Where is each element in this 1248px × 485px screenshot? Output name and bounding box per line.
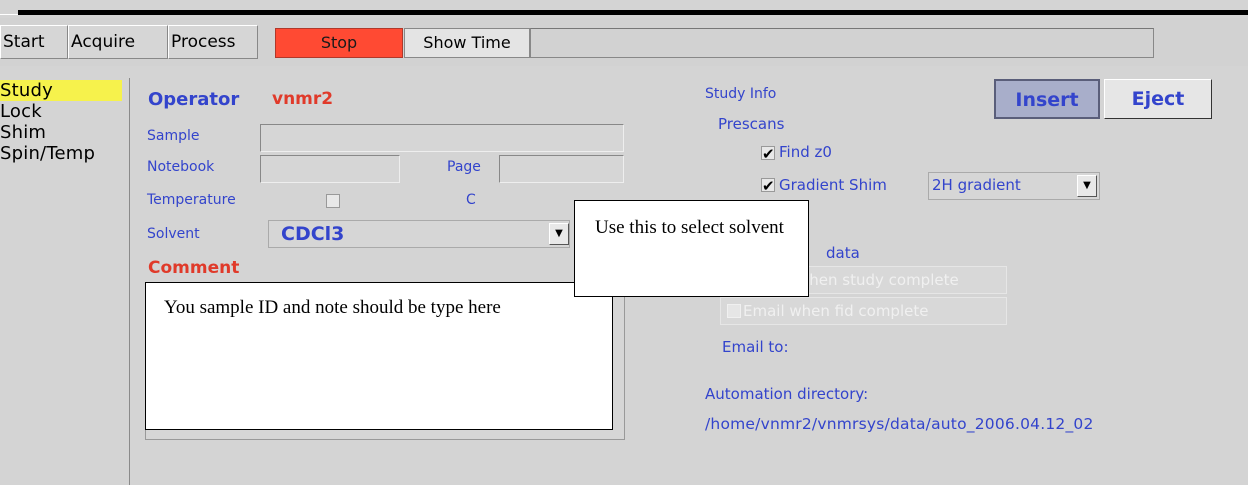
status-field [530, 28, 1154, 58]
temperature-unit: C [466, 192, 476, 208]
find-z0-checkbox[interactable]: ✔ [761, 146, 775, 162]
page-input[interactable] [499, 155, 624, 183]
prescans-label: Prescans [718, 115, 785, 133]
sample-label: Sample [147, 128, 200, 144]
sidebar-divider [129, 78, 130, 485]
solvent-callout: Use this to select solvent [574, 200, 809, 297]
window-top-left-border [0, 14, 18, 15]
operator-label: Operator [148, 89, 240, 110]
gradient-shim-label: Gradient Shim [779, 176, 887, 194]
automation-dir-label: Automation directory: [705, 385, 869, 403]
gradient-select[interactable]: 2H gradient ▼ [928, 172, 1100, 200]
eject-button[interactable]: Eject [1104, 79, 1212, 119]
automation-dir-value: /home/vnmr2/vnmrsys/data/auto_2006.04.12… [705, 415, 1094, 433]
show-time-button[interactable]: Show Time [404, 28, 530, 58]
email-fid-label: Email when fid complete [743, 302, 929, 320]
comment-label: Comment [148, 258, 240, 278]
stop-button[interactable]: Stop [275, 28, 403, 58]
sample-input[interactable] [260, 124, 624, 152]
window-top-border [18, 10, 1248, 15]
find-z0-label: Find z0 [779, 143, 832, 161]
page-label: Page [447, 159, 481, 175]
comment-callout-text: You sample ID and note should be type he… [164, 297, 501, 318]
gradient-value: 2H gradient [932, 176, 1021, 194]
email-study-label: when study complete [797, 271, 959, 289]
notebook-label: Notebook [147, 159, 215, 175]
email-fid-checkbox[interactable] [727, 304, 741, 318]
solvent-callout-text: Use this to select solvent [595, 217, 784, 238]
temperature-checkbox[interactable] [326, 194, 340, 208]
data-label: data [826, 244, 860, 262]
notebook-input[interactable] [260, 155, 400, 183]
tab-acquire[interactable]: Acquire [68, 25, 168, 59]
operator-value: vnmr2 [272, 89, 334, 109]
tab-start[interactable]: Start [0, 25, 68, 59]
comment-callout: You sample ID and note should be type he… [145, 282, 613, 430]
sidebar-item-study[interactable]: Study [0, 80, 122, 101]
chevron-down-icon[interactable]: ▼ [1077, 175, 1097, 197]
chevron-down-icon[interactable]: ▼ [549, 223, 569, 245]
email-to-label: Email to: [722, 338, 789, 356]
sidebar-item-spin-temp[interactable]: Spin/Temp [0, 143, 95, 164]
gradient-shim-checkbox[interactable]: ✔ [761, 178, 775, 194]
insert-button[interactable]: Insert [994, 79, 1100, 119]
solvent-select[interactable]: CDCl3 ▼ [268, 220, 570, 248]
sidebar-item-lock[interactable]: Lock [0, 101, 42, 122]
temperature-label: Temperature [147, 192, 236, 208]
solvent-value: CDCl3 [281, 223, 345, 245]
study-info-title: Study Info [705, 86, 777, 102]
solvent-label: Solvent [147, 226, 200, 242]
tab-process[interactable]: Process [168, 25, 258, 59]
email-fid-row[interactable]: Email when fid complete [720, 297, 1007, 325]
sidebar-item-shim[interactable]: Shim [0, 122, 46, 143]
